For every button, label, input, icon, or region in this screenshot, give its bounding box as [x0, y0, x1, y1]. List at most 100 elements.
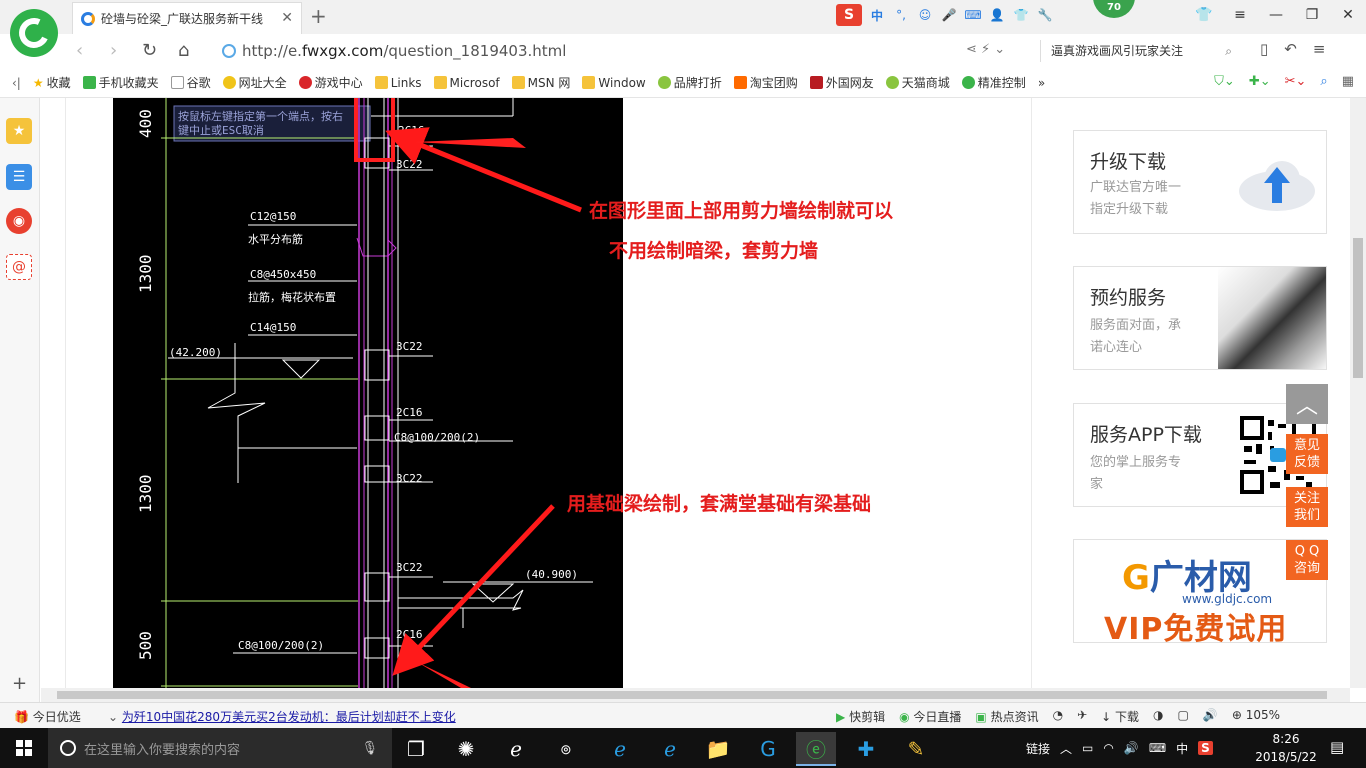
taskbar-app-explorer-icon[interactable]: 📁 — [698, 732, 738, 766]
status-item-live[interactable]: ◉ 今日直播 — [899, 708, 961, 725]
follow-us-button[interactable]: 关注 我们 — [1286, 487, 1328, 527]
bookmark-item[interactable]: 天猫商城 — [885, 74, 950, 91]
cleanup-icon[interactable]: ◑ — [1153, 708, 1163, 725]
bookmark-item[interactable]: 谷歌 — [170, 74, 211, 91]
notification-icon[interactable]: ▤ — [1330, 738, 1344, 756]
bookmark-item[interactable]: ★ 收藏 — [33, 74, 71, 91]
sound-icon[interactable]: 🔊 — [1203, 708, 1218, 725]
bookmark-item[interactable]: 网址大全 — [222, 74, 287, 91]
minimize-icon[interactable]: — — [1258, 2, 1294, 28]
speed-icon[interactable]: ◔ — [1053, 708, 1063, 725]
collapse-icon[interactable]: ‹| — [12, 76, 21, 90]
bookmark-item[interactable]: Microsof — [433, 76, 500, 90]
window-icon[interactable]: ▢ — [1178, 708, 1189, 725]
ime-punct[interactable]: °, — [892, 6, 910, 24]
zoom-icon[interactable]: ⌕ — [1320, 74, 1327, 89]
taskbar-search[interactable]: 在这里输入你要搜索的内容 🎙 — [48, 728, 392, 768]
qq-consult-button[interactable]: Q Q 咨询 — [1286, 540, 1328, 580]
taskbar-app-edge-icon[interactable]: ℯ — [600, 732, 640, 766]
new-tab-icon[interactable]: + — [310, 4, 327, 28]
tool-icon[interactable]: 🔧 — [1036, 6, 1054, 24]
sogou-tray-icon[interactable]: S — [1198, 741, 1213, 755]
task-view-icon[interactable]: ❐ — [396, 732, 436, 766]
undo-icon[interactable]: ↶ — [1284, 40, 1297, 58]
search-input[interactable]: 逼真游戏画风引玩家关注 ⌕ — [1040, 40, 1240, 62]
translate-icon[interactable]: ✚⌄ — [1249, 74, 1271, 89]
card-upgrade-download[interactable]: 升级下载 广联达官方唯一 指定升级下载 — [1073, 130, 1327, 234]
share-icon[interactable]: ⋖ ⚡ ⌄ — [966, 42, 1005, 57]
bookmark-item[interactable]: MSN 网 — [511, 74, 570, 91]
tray-link-label[interactable]: 链接 — [1026, 740, 1050, 757]
close-window-icon[interactable]: ✕ — [1330, 2, 1366, 28]
bookmark-item[interactable]: 淘宝团购 — [733, 74, 798, 91]
vertical-scroll-thumb[interactable] — [1353, 238, 1363, 378]
taskbar-app-notes-icon[interactable]: ✎ — [896, 732, 936, 766]
address-bar[interactable]: http://e.fwxgx.com/question_1819403.html — [222, 39, 1042, 63]
more-icon[interactable]: ≡ — [1313, 40, 1326, 58]
horizontal-scroll-thumb[interactable] — [57, 691, 1327, 699]
vertical-scrollbar[interactable] — [1350, 98, 1366, 688]
mail-icon[interactable]: @ — [6, 254, 32, 280]
taskbar-app-swirl-icon[interactable]: ၜ — [546, 732, 586, 766]
bookmark-item[interactable]: 手机收藏夹 — [82, 74, 159, 91]
scissors-icon[interactable]: ✂⌄ — [1285, 74, 1307, 89]
refresh-icon[interactable]: ↻ — [142, 40, 157, 61]
wifi-icon[interactable]: ◠ — [1103, 741, 1113, 755]
taskbar-app-ie-icon[interactable]: ℯ — [496, 732, 536, 766]
restore-icon[interactable]: ❐ — [1294, 2, 1330, 28]
weibo-icon[interactable]: ◉ — [6, 208, 32, 234]
taskbar-app-pinwheel-icon[interactable]: ✺ — [446, 732, 486, 766]
horizontal-scrollbar[interactable] — [41, 688, 1350, 702]
status-item-quick-edit[interactable]: ▶ 快剪辑 — [836, 708, 885, 725]
security-icon[interactable] — [222, 44, 236, 58]
bookmark-item[interactable]: 外国网友 — [809, 74, 874, 91]
taskbar-app-browser-icon[interactable]: ⓔ — [796, 732, 836, 766]
user-icon[interactable]: 👤 — [988, 6, 1006, 24]
taskbar-app-ie2-icon[interactable]: ℯ — [650, 732, 690, 766]
back-to-top-button[interactable]: ︿ — [1286, 384, 1328, 424]
grid-icon[interactable]: ▦ — [1342, 74, 1354, 89]
skin-icon[interactable]: 👕 — [1012, 6, 1030, 24]
bookmark-item[interactable]: Window — [582, 76, 646, 90]
menu-icon[interactable]: ≡ — [1222, 2, 1258, 28]
today-picks[interactable]: 🎁 今日优选 — [14, 708, 81, 725]
emoji-icon[interactable]: ☺ — [916, 6, 934, 24]
skin-shirt-icon[interactable]: 👕 — [1186, 2, 1222, 28]
battery-icon[interactable]: ▭ — [1082, 741, 1093, 755]
bookmark-item[interactable]: 精准控制 — [961, 74, 1026, 91]
taskbar-app-glodon-icon[interactable]: G — [748, 732, 788, 766]
shield-icon[interactable]: ⛉⌄ — [1214, 74, 1235, 89]
ime-lang[interactable]: 中 — [868, 6, 886, 24]
bookmark-item[interactable]: Links — [374, 76, 422, 90]
search-icon[interactable]: ⌕ — [1225, 40, 1232, 62]
url-text[interactable]: http://e.fwxgx.com/question_1819403.html — [242, 42, 566, 60]
tray-up-icon[interactable]: ︿ — [1060, 740, 1072, 757]
news-link[interactable]: 为歼10中国花280万美元买2台发动机：最后计划却赶不上变化 — [122, 710, 456, 724]
back-icon[interactable]: ‹ — [76, 40, 83, 61]
home-icon[interactable]: ⌂ — [178, 40, 189, 61]
status-item-news[interactable]: ▣ 热点资讯 — [975, 708, 1038, 725]
taskbar-clock[interactable]: 8:26 2018/5/22 — [1252, 730, 1320, 766]
level-badge[interactable]: 70 — [1093, 0, 1135, 18]
list-icon[interactable]: ☰ — [6, 164, 32, 190]
tab-active[interactable]: 砼墙与砼梁_广联达服务新干线 ✕ — [72, 2, 302, 34]
news-ticker[interactable]: ⌄ 为歼10中国花280万美元买2台发动机：最后计划却赶不上变化 — [108, 708, 456, 725]
keyboard-icon[interactable]: ⌨ — [964, 6, 982, 24]
pin-icon[interactable]: ✈ — [1077, 708, 1087, 725]
forward-icon[interactable]: › — [110, 40, 117, 61]
status-item-download[interactable]: ↓ 下载 — [1101, 708, 1139, 725]
bookmarks-more[interactable]: » — [1038, 76, 1045, 90]
start-button[interactable] — [0, 728, 48, 768]
browser-logo-icon[interactable] — [10, 9, 58, 57]
mic-icon[interactable]: 🎤 — [940, 6, 958, 24]
zoom-level[interactable]: ⊕ 105% — [1232, 708, 1280, 725]
feedback-button[interactable]: 意见 反馈 — [1286, 434, 1328, 474]
keyboard-icon[interactable]: ⌨ — [1149, 741, 1166, 755]
volume-icon[interactable]: 🔊 — [1124, 741, 1139, 755]
taskbar-app-tool-icon[interactable]: ✚ — [846, 732, 886, 766]
card-appointment[interactable]: 预约服务 服务面对面，承 诺心连心 — [1073, 266, 1327, 370]
bookmark-item[interactable]: 游戏中心 — [298, 74, 363, 91]
mobile-icon[interactable]: ▯ — [1260, 40, 1268, 58]
sidebar-add-icon[interactable]: + — [12, 673, 27, 694]
bookmark-item[interactable]: 品牌打折 — [657, 74, 722, 91]
